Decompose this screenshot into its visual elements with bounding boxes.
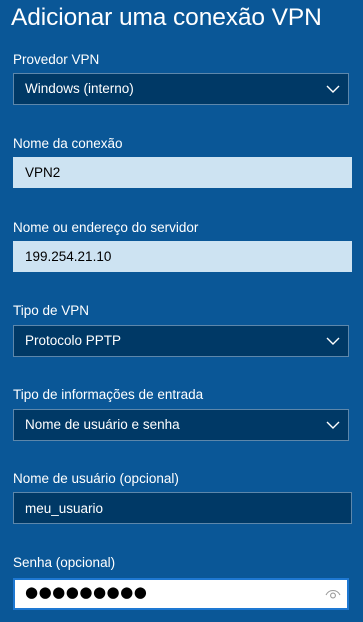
vpn-type-select-value: Protocolo PPTP xyxy=(25,333,122,348)
chevron-down-icon xyxy=(326,337,340,345)
provider-select-value: Windows (interno) xyxy=(25,81,134,96)
chevron-down-icon xyxy=(326,421,340,429)
username-input[interactable] xyxy=(13,492,352,524)
password-masked-value: ●●●●●●●●● xyxy=(25,583,148,601)
password-input[interactable]: ●●●●●●●●● xyxy=(13,578,349,610)
chevron-down-icon xyxy=(326,85,340,93)
password-label: Senha (opcional) xyxy=(13,555,116,570)
vpn-type-select[interactable]: Protocolo PPTP xyxy=(13,325,349,357)
username-label: Nome de usuário (opcional) xyxy=(13,471,179,486)
signin-type-select-value: Nome de usuário e senha xyxy=(25,417,180,432)
signin-type-select[interactable]: Nome de usuário e senha xyxy=(13,409,349,441)
vpn-settings-panel: { "title": "Adicionar uma conexão VPN", … xyxy=(0,0,363,622)
server-label: Nome ou endereço do servidor xyxy=(13,220,199,235)
provider-label: Provedor VPN xyxy=(13,52,100,67)
provider-select[interactable]: Windows (interno) xyxy=(13,73,349,105)
vpn-type-label: Tipo de VPN xyxy=(13,303,90,318)
server-address-input[interactable] xyxy=(13,241,352,272)
page-title: Adicionar uma conexão VPN xyxy=(11,4,322,31)
signin-type-label: Tipo de informações de entrada xyxy=(13,387,204,402)
connection-name-label: Nome da conexão xyxy=(13,136,123,151)
connection-name-input[interactable] xyxy=(13,157,352,188)
eye-icon[interactable] xyxy=(325,587,341,601)
